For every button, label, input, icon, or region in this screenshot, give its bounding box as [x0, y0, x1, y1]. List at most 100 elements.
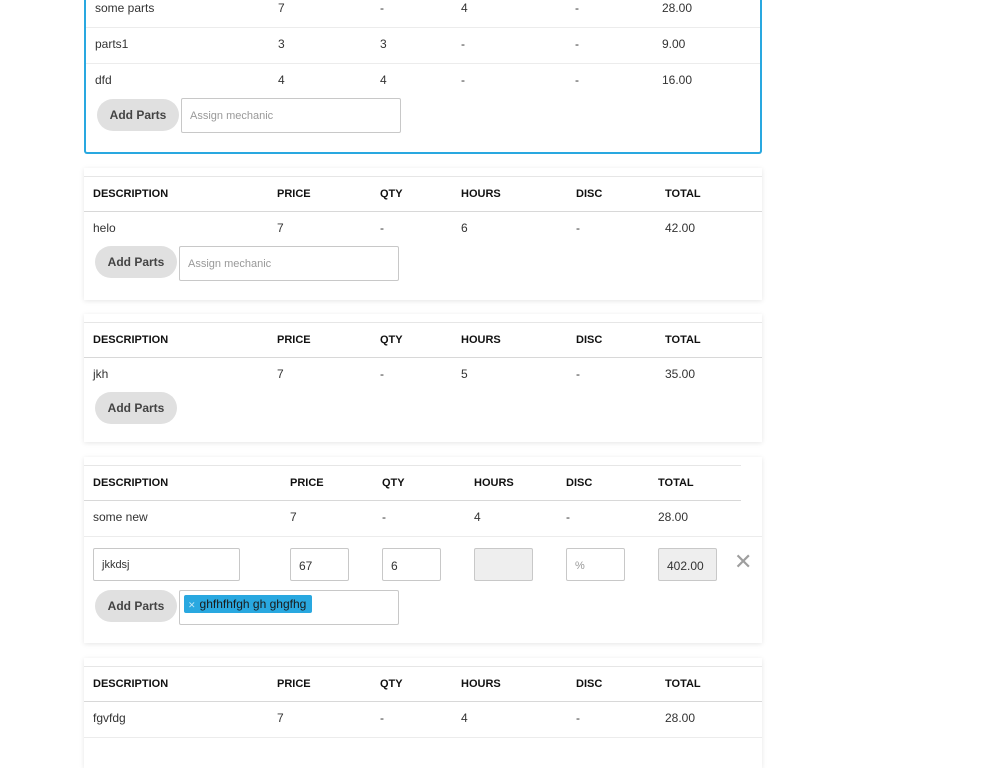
cell-description: helo	[93, 221, 116, 235]
job-card-1: some parts 7 - 4 - 28.00 parts1 3 3 - - …	[84, 0, 762, 154]
header-description: DESCRIPTION	[93, 678, 169, 690]
remove-tag-icon[interactable]: ✕	[188, 600, 196, 610]
add-parts-button[interactable]: Add Parts	[97, 99, 179, 131]
cell-hours: 4	[461, 711, 468, 725]
cell-hours: 4	[474, 510, 481, 524]
header-description: DESCRIPTION	[93, 477, 169, 489]
cell-disc: -	[576, 711, 580, 725]
header-hours: HOURS	[461, 678, 501, 690]
qty-value: 6	[391, 559, 398, 573]
qty-input[interactable]: 6	[382, 548, 441, 581]
assign-mechanic-placeholder: Assign mechanic	[188, 258, 272, 270]
header-total: TOTAL	[665, 334, 701, 346]
add-parts-button[interactable]: Add Parts	[95, 392, 177, 424]
table-row: some parts 7 - 4 - 28.00	[86, 0, 760, 28]
cell-hours: 4	[461, 1, 468, 15]
assign-mechanic-input[interactable]: Assign mechanic	[179, 246, 399, 281]
cell-qty: -	[380, 711, 384, 725]
cell-price: 7	[278, 1, 285, 15]
assign-mechanic-input[interactable]: ✕ ghfhfhfgh gh ghgfhg	[179, 590, 399, 625]
mechanic-tag: ✕ ghfhfhfgh gh ghgfhg	[184, 595, 313, 613]
header-price: PRICE	[277, 188, 311, 200]
cell-price: 7	[277, 367, 284, 381]
header-disc: DISC	[576, 334, 603, 346]
cell-description: dfd	[95, 73, 112, 87]
header-qty: QTY	[382, 477, 405, 489]
header-total: TOTAL	[658, 477, 694, 489]
cell-disc: -	[575, 37, 579, 51]
price-value: 67	[299, 559, 313, 573]
cell-qty: 4	[380, 73, 387, 87]
cell-description: some parts	[95, 1, 155, 15]
cell-total: 28.00	[658, 510, 689, 524]
header-total: TOTAL	[665, 188, 701, 200]
cell-hours: 5	[461, 367, 468, 381]
header-hours: HOURS	[474, 477, 514, 489]
cell-total: 35.00	[665, 367, 696, 381]
disc-input[interactable]: %	[566, 548, 625, 581]
hours-input	[474, 548, 533, 581]
cell-total: 9.00	[662, 37, 686, 51]
cell-disc: -	[575, 73, 579, 87]
header-disc: DISC	[576, 188, 603, 200]
cell-price: 7	[277, 221, 284, 235]
cell-total: 42.00	[665, 221, 696, 235]
table-row: dfd 4 4 - - 16.00	[86, 63, 760, 99]
cell-total: 28.00	[662, 1, 693, 15]
header-total: TOTAL	[665, 678, 701, 690]
job-card-5: DESCRIPTION PRICE QTY HOURS DISC TOTAL f…	[84, 658, 762, 768]
description-input[interactable]: jkkdsj	[93, 548, 240, 581]
add-parts-button[interactable]: Add Parts	[95, 590, 177, 622]
cell-description: some new	[93, 510, 148, 524]
header-qty: QTY	[380, 188, 403, 200]
cell-hours: -	[461, 73, 465, 87]
header-description: DESCRIPTION	[93, 188, 169, 200]
table-row: jkh 7 - 5 - 35.00	[84, 357, 762, 393]
disc-placeholder: %	[575, 560, 585, 572]
header-qty: QTY	[380, 334, 403, 346]
cell-disc: -	[576, 367, 580, 381]
price-input[interactable]: 67	[290, 548, 349, 581]
table-row: parts1 3 3 - - 9.00	[86, 27, 760, 64]
total-value: 402.00	[667, 559, 704, 573]
cell-description: parts1	[95, 37, 129, 51]
table-header: DESCRIPTION PRICE QTY HOURS DISC TOTAL	[84, 176, 762, 212]
header-disc: DISC	[576, 678, 603, 690]
cell-total: 16.00	[662, 73, 693, 87]
description-value: jkkdsj	[102, 559, 130, 571]
cell-price: 7	[290, 510, 297, 524]
cell-qty: 3	[380, 37, 387, 51]
header-hours: HOURS	[461, 188, 501, 200]
cell-description: jkh	[93, 367, 109, 381]
close-icon[interactable]: ✕	[734, 551, 752, 573]
mechanic-tag-label: ghfhfhfgh gh ghgfhg	[199, 597, 307, 611]
cell-hours: -	[461, 37, 465, 51]
header-price: PRICE	[277, 678, 311, 690]
table-row: helo 7 - 6 - 42.00	[84, 211, 762, 247]
cell-description: fgvfdg	[93, 711, 126, 725]
table-row: some new 7 - 4 - 28.00	[84, 500, 762, 537]
assign-mechanic-input[interactable]: Assign mechanic	[181, 98, 401, 133]
cell-qty: -	[380, 221, 384, 235]
add-parts-button[interactable]: Add Parts	[95, 246, 177, 278]
header-price: PRICE	[290, 477, 324, 489]
cell-qty: -	[382, 510, 386, 524]
job-card-4: DESCRIPTION PRICE QTY HOURS DISC TOTAL s…	[84, 457, 762, 643]
cell-hours: 6	[461, 221, 468, 235]
assign-mechanic-placeholder: Assign mechanic	[190, 110, 274, 122]
total-input: 402.00	[658, 548, 717, 581]
cell-qty: -	[380, 367, 384, 381]
header-qty: QTY	[380, 678, 403, 690]
header-price: PRICE	[277, 334, 311, 346]
cell-disc: -	[576, 221, 580, 235]
cell-price: 4	[278, 73, 285, 87]
table-header: DESCRIPTION PRICE QTY HOURS DISC TOTAL	[84, 666, 762, 702]
table-header: DESCRIPTION PRICE QTY HOURS DISC TOTAL	[84, 465, 741, 501]
cell-qty: -	[380, 1, 384, 15]
header-description: DESCRIPTION	[93, 334, 169, 346]
header-disc: DISC	[566, 477, 593, 489]
cell-disc: -	[575, 1, 579, 15]
cell-disc: -	[566, 510, 570, 524]
cell-price: 7	[277, 711, 284, 725]
job-card-2: DESCRIPTION PRICE QTY HOURS DISC TOTAL h…	[84, 168, 762, 300]
